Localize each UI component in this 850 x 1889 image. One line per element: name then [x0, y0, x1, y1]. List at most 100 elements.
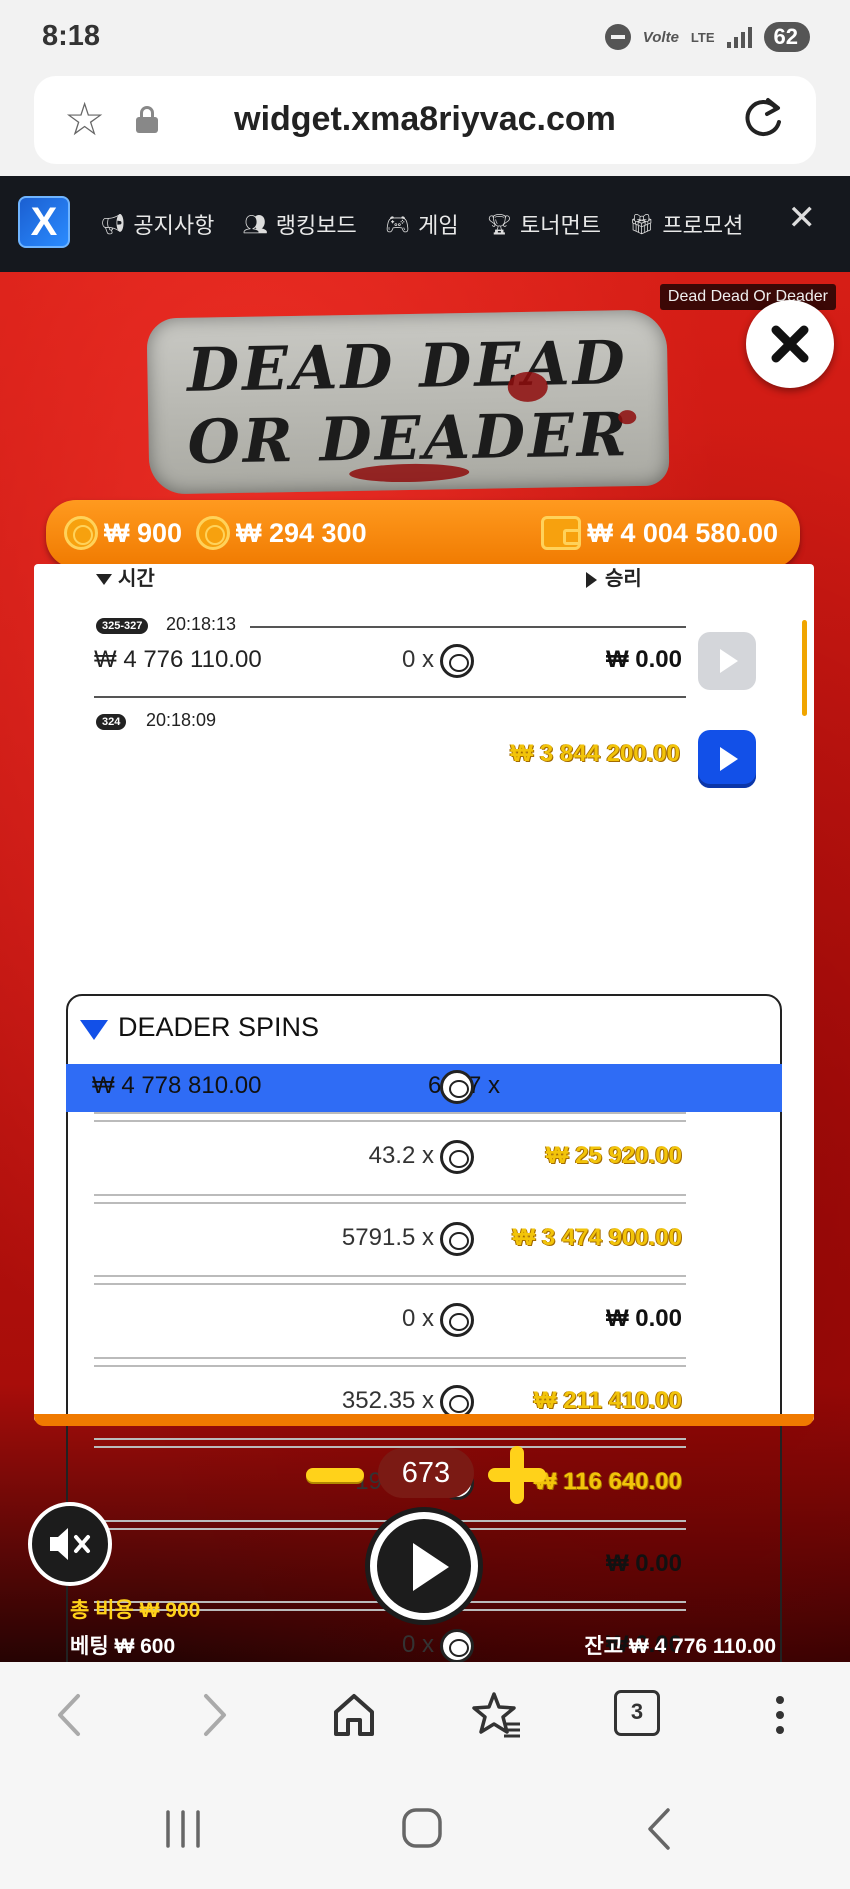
col-header-win[interactable]: 승리 [586, 562, 642, 591]
spin-win: ₩ 0.00 [605, 1305, 682, 1332]
address-bar[interactable]: ☆ widget.xma8riyvac.com [34, 76, 816, 164]
balance-bar: ₩ 900 ₩ 294 300 ₩ 4 004 580.00 [46, 500, 800, 568]
round-amount: ₩ 4 776 110.00 [94, 646, 262, 673]
nav-item-promotion[interactable]: 🎁︎ 프로모션 [629, 208, 743, 240]
spin-multiplier: 0 x [401, 1305, 434, 1332]
status-icons: Volte LTE 62 [604, 22, 810, 52]
cost-value: ₩ 900 [104, 517, 183, 548]
browser-bottom-nav: 3 [0, 1662, 850, 1768]
divider [94, 1194, 686, 1196]
bet-display: ₩ 294 300 [196, 516, 367, 550]
speaker-muted-icon [50, 1528, 90, 1560]
back-arrow-icon[interactable] [50, 1690, 90, 1740]
system-nav [0, 1768, 850, 1889]
highlight-row[interactable]: ₩ 4 778 810.00 6407 x [66, 1064, 782, 1112]
game-area: Dead Dead Or Deader DEAD DEAD OR DEADER … [0, 272, 850, 1662]
gamepad-icon: 🎮︎ [384, 213, 411, 236]
wallet-display: ₩ 4 004 580.00 [541, 516, 778, 550]
browser-toolbar: ☆ widget.xma8riyvac.com [0, 76, 850, 176]
coin-icon [440, 1303, 474, 1337]
mute-button[interactable] [28, 1502, 112, 1586]
forward-arrow-icon[interactable] [194, 1690, 234, 1740]
status-time: 8:18 [42, 20, 101, 52]
wallet-icon [541, 516, 582, 550]
cost-display: ₩ 900 [64, 516, 182, 550]
tabs-button[interactable]: 3 [614, 1690, 660, 1736]
site-logo[interactable]: X [18, 196, 70, 248]
nav-item-label: 게임 [418, 213, 459, 238]
nav-item-label: 프로모션 [662, 213, 744, 238]
round-time: 20:18:09 [140, 710, 223, 731]
play-button[interactable] [370, 1512, 478, 1620]
panel-bottom-bar [34, 1414, 814, 1426]
round-amount: ₩ 4 778 810.00 [92, 1072, 262, 1099]
divider [94, 1520, 686, 1522]
game-logo-line1: DEAD DEAD [186, 328, 629, 406]
plus-button[interactable] [488, 1446, 546, 1504]
col-header-time[interactable]: 시간 [96, 562, 155, 591]
divider [94, 696, 686, 698]
round-multiplier: 0 x [401, 646, 434, 673]
coin-icon [440, 1140, 474, 1174]
spin-win: ₩ 211 410.00 [533, 1387, 682, 1414]
more-menu-icon[interactable] [770, 1690, 790, 1740]
gift-icon: 🎁︎ [628, 213, 655, 236]
nav-item-label: 공지사항 [133, 213, 215, 238]
bet-value: ₩ 294 300 [236, 517, 367, 548]
spin-count-stepper: 673 [306, 1446, 546, 1504]
coin-icon [440, 644, 474, 678]
system-home-icon[interactable] [400, 1806, 444, 1850]
bet-label: 베팅 ₩ 600 [70, 1635, 176, 1658]
users-icon: 👥︎ [242, 213, 268, 236]
divider [94, 1120, 686, 1122]
balance-label: 잔고 ₩ 4 776 110.00 [584, 1635, 776, 1658]
round-badge: 325-327 [96, 618, 149, 634]
nav-item-games[interactable]: 🎮︎ 게임 [385, 208, 459, 240]
volte-label: Volte [642, 28, 679, 46]
lte-label: LTE [690, 29, 715, 45]
trophy-icon: 🏆︎ [486, 213, 512, 236]
spin-multiplier: 43.2 x [368, 1142, 434, 1169]
minus-button[interactable] [306, 1468, 364, 1482]
megaphone-icon: 📢︎ [100, 213, 126, 236]
spin-count-value[interactable]: 673 [378, 1448, 474, 1498]
nav-fade [740, 176, 790, 272]
nav-item-tournament[interactable]: 🏆︎ 토너먼트 [487, 208, 601, 240]
url-text[interactable]: widget.xma8riyvac.com [34, 100, 816, 139]
wallet-value: ₩ 4 004 580.00 [587, 517, 778, 548]
game-logo: DEAD DEAD OR DEADER [146, 309, 670, 495]
close-icon [771, 325, 809, 363]
round-time: 20:18:13 [166, 614, 237, 634]
site-nav: X 📢︎ 공지사항 👥︎ 랭킹보드 🎮︎ 게임 🏆︎ 토너먼트 🎁︎ 프로모션 … [0, 176, 850, 272]
system-back-icon[interactable] [644, 1806, 674, 1852]
divider [94, 1283, 686, 1285]
coin-icon [440, 1629, 474, 1662]
nav-item-ranking[interactable]: 👥︎ 랭킹보드 [242, 208, 356, 240]
nav-close-icon[interactable]: ✕ [788, 198, 817, 238]
collapse-triangle-icon[interactable] [80, 1020, 108, 1040]
spin-win: ₩ 0.00 [605, 1550, 682, 1577]
total-cost-label: 총 비용 ₩ 900 [70, 1599, 201, 1622]
replay-button[interactable] [698, 632, 756, 690]
coin-icon [440, 1070, 474, 1104]
do-not-disturb-icon [604, 24, 631, 50]
round-win: ₩ 0.00 [605, 646, 682, 673]
divider [94, 1357, 686, 1359]
home-icon[interactable] [330, 1690, 378, 1740]
nav-item-label: 랭킹보드 [275, 213, 357, 238]
replay-button[interactable] [698, 730, 756, 788]
reload-icon[interactable] [738, 94, 788, 144]
spin-multiplier: 5791.5 x [341, 1224, 434, 1251]
nav-item-notice[interactable]: 📢︎ 공지사항 [100, 208, 214, 240]
round-total-win: ₩ 3 844 200.00 [510, 740, 680, 767]
recents-icon[interactable] [160, 1808, 206, 1850]
close-game-button[interactable] [746, 300, 834, 388]
round-badge: 324 [96, 714, 127, 730]
nav-item-label: 토너먼트 [519, 213, 601, 238]
history-scrollbar[interactable] [802, 620, 807, 716]
bookmarks-icon[interactable] [470, 1690, 522, 1740]
coin-icon [64, 516, 98, 550]
divider [94, 1365, 686, 1367]
sort-right-icon [586, 571, 597, 588]
spin-win: ₩ 25 920.00 [545, 1142, 682, 1169]
